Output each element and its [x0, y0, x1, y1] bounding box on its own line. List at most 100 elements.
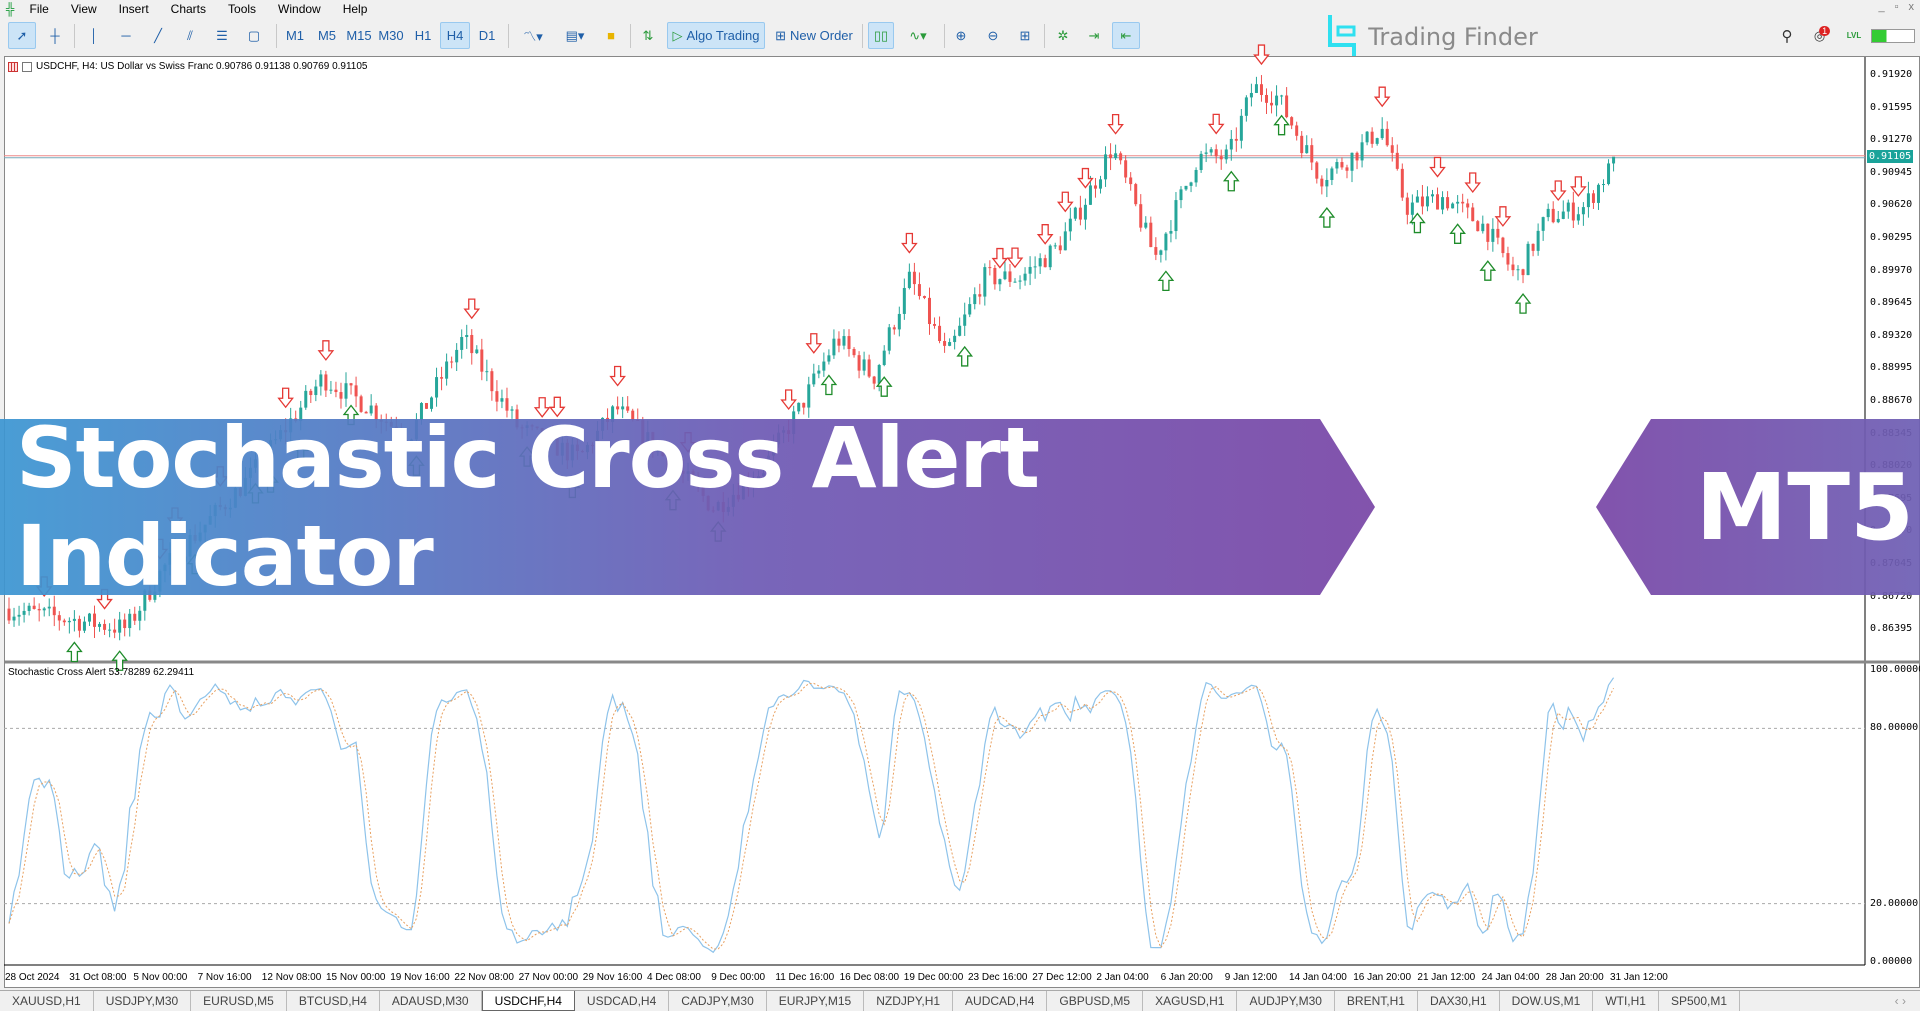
candle-body — [314, 386, 318, 396]
candle-body — [1441, 197, 1445, 210]
candle-body — [460, 337, 464, 350]
candle-body — [1436, 194, 1440, 210]
chart-tab[interactable]: CADJPY,M30 — [669, 991, 767, 1011]
chart-tab[interactable]: USDCAD,H4 — [575, 991, 670, 1011]
chart-tab[interactable]: DOW.US,M1 — [1500, 991, 1594, 1011]
candle-body — [1400, 168, 1404, 198]
candle-body — [47, 606, 51, 609]
candle-body — [510, 409, 514, 411]
buy-alert-arrow-icon — [956, 345, 974, 367]
candle-body — [1446, 197, 1450, 209]
candle-body — [500, 398, 504, 402]
candle-body — [1390, 145, 1394, 153]
time-tick: 21 Jan 12:00 — [1417, 972, 1476, 983]
candle-body — [82, 621, 86, 631]
candle-body — [983, 267, 987, 297]
candle-body — [1134, 184, 1138, 205]
candle-body — [475, 349, 479, 354]
candle-body — [419, 403, 423, 420]
chart-tab[interactable]: EURUSD,M5 — [191, 991, 287, 1011]
chart-tab[interactable]: XAGUSD,H1 — [1143, 991, 1238, 1011]
candle-body — [902, 287, 906, 314]
candle-body — [1239, 115, 1243, 141]
chart-tab[interactable]: GBPUSD,M5 — [1047, 991, 1144, 1011]
candle-body — [1521, 269, 1525, 276]
price-tick: 0.89970 — [1870, 264, 1913, 276]
candle-body — [1551, 208, 1555, 223]
candle-body — [621, 406, 625, 410]
chart-tab[interactable]: USDJPY,M30 — [94, 991, 192, 1011]
candle-body — [12, 616, 16, 621]
sell-alert-arrow-icon — [1253, 44, 1270, 66]
candle-body — [1425, 196, 1429, 207]
candle-body — [32, 605, 36, 609]
candle-body — [1330, 168, 1334, 180]
buy-alert-arrow-icon — [1449, 223, 1466, 244]
time-tick: 11 Dec 16:00 — [775, 972, 835, 983]
candle-body — [1008, 271, 1012, 282]
candle-body — [1546, 208, 1550, 218]
candle-body — [1405, 197, 1409, 215]
sell-alert-arrow-icon — [317, 340, 335, 361]
candle-body — [917, 284, 921, 297]
candle-body — [1410, 202, 1414, 215]
price-tick: 0.90945 — [1870, 166, 1913, 178]
chart-tab[interactable]: SP500,M1 — [1659, 991, 1741, 1011]
candle-body — [912, 271, 916, 285]
sell-alert-arrow-icon — [1036, 224, 1054, 245]
candle-body — [1033, 266, 1037, 268]
candle-body — [626, 406, 630, 411]
price-tick: 0.91595 — [1870, 101, 1913, 113]
candle-body — [1285, 95, 1289, 118]
candle-body — [319, 374, 323, 387]
chart-tab[interactable]: XAUUSD,H1 — [0, 991, 94, 1011]
chart-tab[interactable]: USDCHF,H4 — [481, 991, 575, 1011]
chart-tab[interactable]: AUDCAD,H4 — [953, 991, 1048, 1011]
candle-body — [128, 613, 132, 629]
candle-body — [1088, 185, 1092, 205]
candle-body — [1013, 281, 1017, 283]
time-tick: 28 Oct 2024 — [5, 972, 60, 983]
candle-body — [938, 325, 942, 342]
chart-tab[interactable]: NZDJPY,H1 — [864, 991, 954, 1011]
candle-body — [52, 606, 56, 616]
chart-tab[interactable]: BTCUSD,H4 — [287, 991, 380, 1011]
tab-scroll-arrows[interactable]: ‹ › — [1881, 991, 1920, 1011]
chart-tab[interactable]: EURJPY,M15 — [767, 991, 865, 1011]
chart-tab[interactable]: BRENT,H1 — [1335, 991, 1418, 1011]
candle-body — [1360, 142, 1364, 161]
stochastic-main-line — [8, 677, 1615, 954]
candle-body — [1607, 163, 1611, 185]
sell-alert-arrow-icon — [1429, 156, 1446, 178]
candle-body — [887, 327, 891, 351]
candle-body — [1591, 193, 1595, 203]
sell-alert-arrow-icon — [805, 333, 823, 354]
price-tick: 0.88670 — [1870, 395, 1913, 406]
candle-body — [1144, 222, 1148, 228]
candle-body — [304, 390, 308, 408]
candle-body — [1491, 228, 1495, 242]
candle-body — [7, 608, 11, 621]
current-price-label: 0.91105 — [1867, 150, 1914, 163]
candle-body — [1451, 203, 1455, 209]
sell-alert-arrow-icon — [609, 365, 626, 387]
candle-body — [1456, 201, 1460, 204]
candle-body — [998, 279, 1002, 285]
chart-tab[interactable]: DAX30,H1 — [1418, 991, 1500, 1011]
candle-body — [118, 619, 122, 633]
candle-body — [465, 334, 469, 338]
chart-tab[interactable]: WTI,H1 — [1593, 991, 1659, 1011]
candle-body — [897, 313, 901, 330]
chart-tab[interactable]: ADAUSD,M30 — [380, 991, 482, 1011]
banner-title: Stochastic Cross Alert Indicator — [16, 409, 1040, 605]
candle-body — [77, 618, 81, 631]
candle-body — [1506, 253, 1510, 265]
candle-body — [892, 327, 896, 330]
stochastic-signal-line — [8, 682, 1615, 950]
buy-alert-arrow-icon — [1318, 207, 1336, 228]
indicator-level-tick: 100.00000 — [1870, 664, 1920, 675]
candle-body — [1556, 218, 1560, 223]
chart-tab[interactable]: AUDJPY,M30 — [1237, 991, 1335, 1011]
candle-body — [802, 402, 806, 408]
candle-body — [862, 359, 866, 371]
